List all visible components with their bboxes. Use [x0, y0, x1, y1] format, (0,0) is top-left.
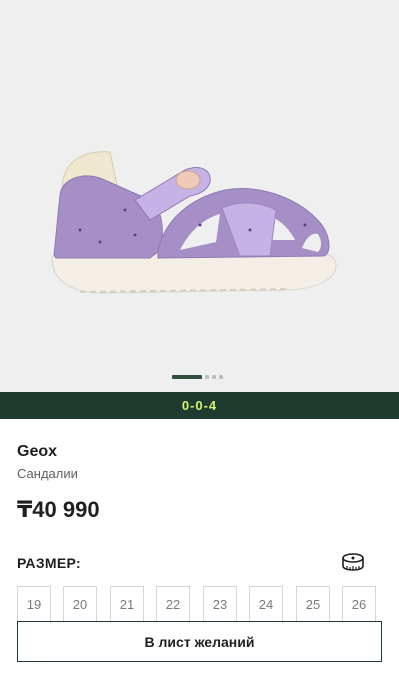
size-option[interactable]: 22 — [156, 586, 190, 622]
size-section-title: РАЗМЕР: — [17, 555, 81, 571]
gallery-dot[interactable] — [212, 375, 216, 379]
size-option[interactable]: 23 — [203, 586, 237, 622]
gallery-dot-active[interactable] — [172, 375, 202, 379]
gallery-dot[interactable] — [219, 375, 223, 379]
size-option[interactable]: 26 — [342, 586, 376, 622]
size-option[interactable]: 21 — [110, 586, 144, 622]
size-option[interactable]: 25 — [296, 586, 330, 622]
product-image — [51, 151, 337, 294]
product-image-gallery[interactable] — [0, 0, 399, 392]
product-brand[interactable]: Geox — [17, 443, 57, 461]
promo-banner[interactable]: 0-0-4 — [0, 392, 399, 419]
size-option[interactable]: 20 — [63, 586, 97, 622]
size-option[interactable]: 24 — [249, 586, 283, 622]
promo-text: 0-0-4 — [181, 398, 218, 413]
size-option[interactable]: 19 — [17, 586, 51, 622]
gallery-dot[interactable] — [205, 375, 209, 379]
gallery-pagination — [172, 375, 223, 379]
size-selector: 19 20 21 22 23 24 25 26 — [17, 586, 383, 622]
product-price: ₸40 990 — [17, 497, 100, 522]
measuring-tape-icon[interactable] — [340, 549, 366, 575]
add-to-wishlist-button[interactable]: В лист желаний — [17, 621, 382, 662]
product-category: Сандалии — [17, 466, 78, 481]
